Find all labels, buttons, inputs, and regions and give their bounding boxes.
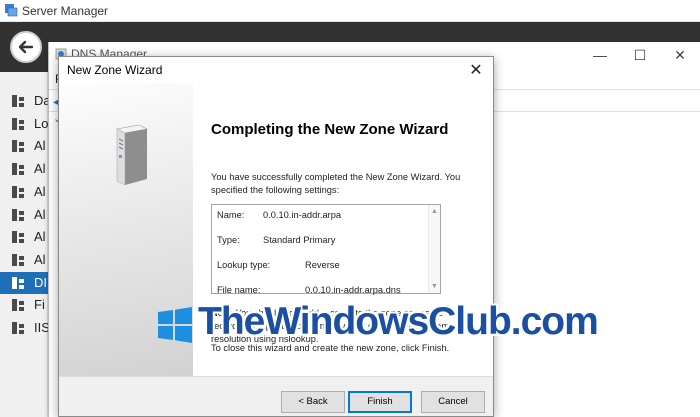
wizard-footer: < Back Finish Cancel	[59, 376, 493, 416]
sidebar-item-6[interactable]: Al	[0, 226, 48, 248]
servers-icon	[12, 253, 24, 266]
close-icon: ✕	[469, 62, 483, 79]
back-button[interactable]	[10, 31, 42, 63]
users-icon	[12, 208, 24, 221]
watermark: TheWindowsClub.com	[156, 298, 606, 350]
sidebar-item-0[interactable]: Da	[0, 90, 48, 112]
sidebar-item-label: Al	[34, 229, 46, 245]
setting-row: Lookup type: Reverse	[217, 260, 340, 270]
sidebar-item-label: DI	[34, 274, 47, 290]
server-icon	[116, 125, 148, 186]
sidebar-item-label: Da	[34, 93, 48, 108]
wizard-titlebar: New Zone Wizard ✕	[59, 57, 493, 83]
sidebar-item-label: IIS	[34, 320, 48, 335]
file-storage-icon	[12, 299, 24, 312]
sidebar-item-3[interactable]: Al	[0, 158, 48, 180]
minimize-icon: —	[593, 47, 607, 63]
wizard-close-button[interactable]: ✕	[459, 57, 493, 83]
sidebar-item-label: Al	[34, 161, 46, 177]
all-servers-icon	[12, 140, 24, 153]
setting-key: Type:	[217, 235, 240, 245]
window-controls: — ☐ ✕	[580, 42, 700, 68]
setting-value: Standard Primary	[263, 235, 336, 245]
wizard-intro-text: You have successfully completed the New …	[211, 172, 461, 195]
role-servers-icon	[12, 163, 24, 176]
sidebar-item-8[interactable]: DI	[0, 271, 48, 294]
dns-icon	[12, 276, 24, 289]
sidebar-item-4[interactable]: Al	[0, 181, 48, 203]
sidebar-item-7[interactable]: Al	[0, 249, 48, 271]
sidebar-item-5[interactable]: Al	[0, 204, 48, 226]
wizard-heading: Completing the New Zone Wizard	[211, 121, 449, 138]
windows-logo-icon	[158, 307, 192, 343]
server-manager-titlebar: Server Manager	[0, 0, 700, 22]
finish-button[interactable]: Finish	[348, 391, 412, 413]
close-window-button[interactable]: ✕	[660, 42, 700, 68]
setting-key: File name:	[217, 285, 261, 295]
sidebar-item-label: Al	[34, 251, 46, 267]
scroll-down-icon[interactable]: ▼	[431, 283, 438, 290]
setting-key: Name:	[217, 210, 245, 220]
setting-value: 0.0.10.in-addr.arpa.dns	[305, 285, 401, 295]
scroll-up-icon[interactable]: ▲	[431, 208, 438, 215]
servers-icon	[12, 231, 24, 244]
setting-key: Lookup type:	[217, 260, 271, 270]
sidebar-item-10[interactable]: IIS	[0, 317, 48, 339]
sidebar-item-label: Al	[34, 183, 46, 199]
settings-scrollbar[interactable]: ▲ ▼	[428, 205, 440, 293]
setting-row: Name: 0.0.10.in-addr.arpa	[217, 210, 341, 220]
wizard-title: New Zone Wizard	[67, 63, 163, 77]
server-manager-title: Server Manager	[22, 4, 109, 18]
sidebar-item-label: Al	[34, 138, 46, 154]
minimize-button[interactable]: —	[580, 42, 620, 68]
sidebar-item-1[interactable]: Lo	[0, 113, 48, 135]
setting-value: Reverse	[305, 260, 340, 270]
dns-details-pane	[491, 112, 700, 417]
settings-summary-box[interactable]: ▲ ▼ Name: 0.0.10.in-addr.arpa Type: Standar…	[211, 204, 441, 295]
dashboard-icon	[12, 95, 24, 107]
close-icon: ✕	[674, 46, 686, 63]
watermark-text: TheWindowsClub.com	[198, 300, 599, 343]
maximize-button[interactable]: ☐	[620, 42, 660, 68]
back-button[interactable]: < Back	[281, 391, 345, 413]
sidebar-item-label: Lo	[34, 115, 48, 131]
server-manager-app-icon	[5, 4, 18, 17]
cancel-button[interactable]: Cancel	[421, 391, 485, 413]
file-services-icon	[12, 185, 24, 198]
maximize-icon: ☐	[633, 46, 647, 63]
iis-icon	[12, 322, 24, 334]
setting-row: File name: 0.0.10.in-addr.arpa.dns	[217, 285, 401, 295]
new-zone-wizard-dialog: New Zone Wizard ✕ Completing the New Zon…	[58, 56, 494, 417]
setting-value: 0.0.10.in-addr.arpa	[263, 210, 342, 220]
setting-row: Type: Standard Primary	[217, 235, 335, 245]
local-server-icon	[12, 117, 24, 130]
sidebar-item-2[interactable]: Al	[0, 135, 48, 157]
server-manager-sidebar: Da Lo Al Al Al Al Al Al DI Fi IIS	[0, 72, 48, 417]
sidebar-item-label: Fi	[34, 297, 45, 313]
arrow-left-icon	[18, 40, 34, 54]
sidebar-item-9[interactable]: Fi	[0, 294, 48, 316]
sidebar-item-label: Al	[34, 206, 46, 222]
